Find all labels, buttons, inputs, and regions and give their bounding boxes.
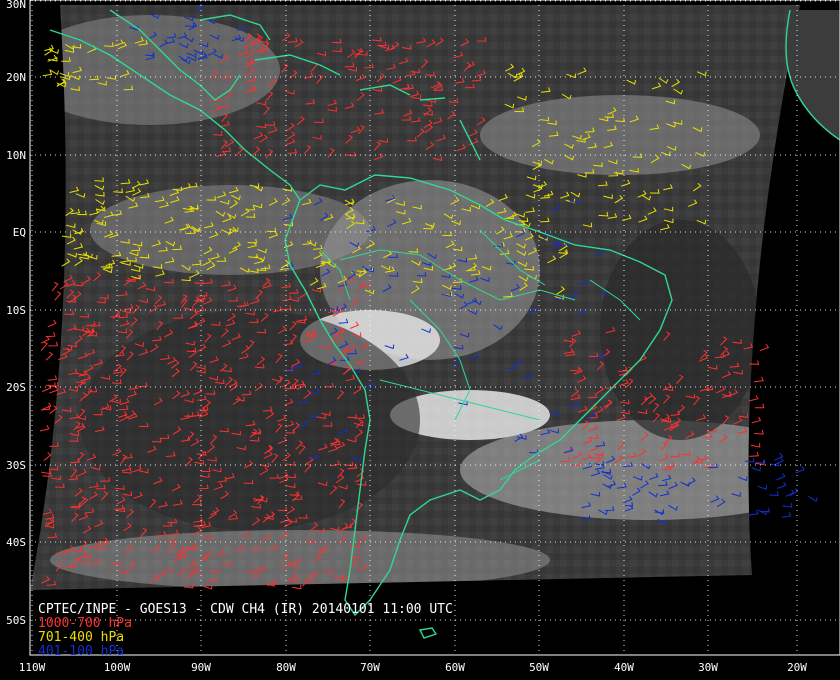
lat-label-30n: 30N <box>6 0 26 11</box>
lon-label-50w: 50W <box>529 661 549 674</box>
lat-label-20n: 20N <box>6 71 26 84</box>
lon-label-40w: 40W <box>614 661 634 674</box>
lon-label-110w: 110W <box>18 661 46 674</box>
lon-label-60w: 60W <box>445 661 465 674</box>
lon-label-70w: 70W <box>360 661 380 674</box>
lat-label-10s: 10S <box>6 304 26 317</box>
lon-label-30w: 30W <box>698 661 718 674</box>
lat-label-40s: 40S <box>6 536 26 549</box>
source-title: CPTEC/INPE - GOES13 - CDW CH4 (IR) 20140… <box>38 602 453 617</box>
lat-label-50s: 50S <box>6 614 26 627</box>
lon-label-20w: 20W <box>787 661 807 674</box>
legend-low-level: 1000-700 hPa <box>38 616 132 631</box>
lon-label-90w: 90W <box>191 661 211 674</box>
map-caption: CPTEC/INPE - GOES13 - CDW CH4 (IR) 20140… <box>38 603 453 659</box>
legend-mid-level: 701-400 hPa <box>38 630 125 645</box>
lat-label-30s: 30S <box>6 459 26 472</box>
legend-high-level: 401-100 hPa <box>38 644 125 659</box>
lon-label-80w: 80W <box>276 661 296 674</box>
lat-label-eq: EQ <box>12 226 26 239</box>
lat-label-10n: 10N <box>6 149 26 162</box>
satellite-map <box>0 0 840 680</box>
lat-label-20s: 20S <box>6 381 26 394</box>
lon-label-100w: 100W <box>103 661 131 674</box>
